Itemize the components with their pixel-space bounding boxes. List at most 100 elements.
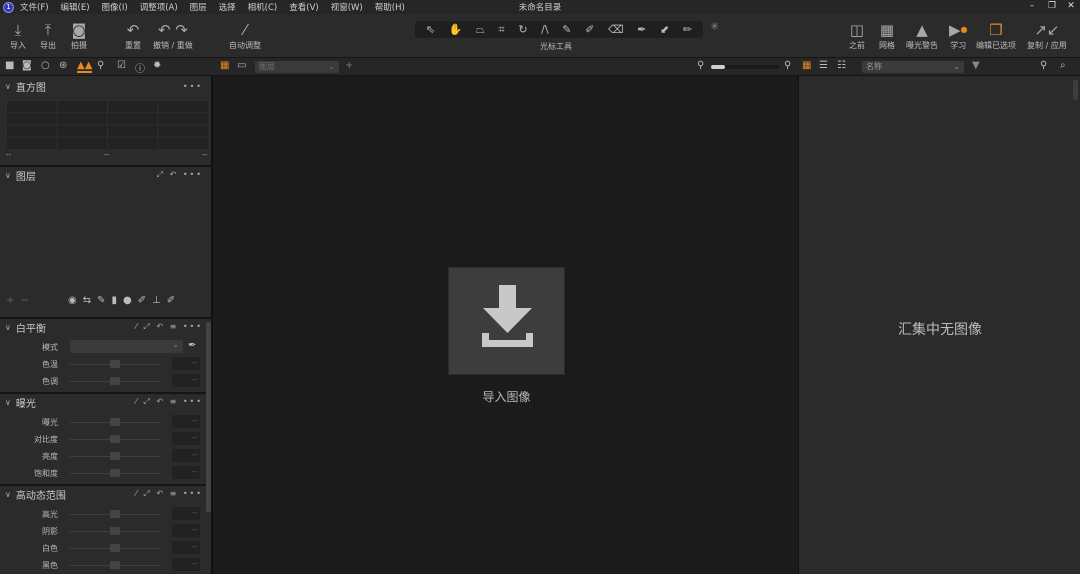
import-images-label[interactable]: 导入图像	[448, 388, 565, 405]
fill-icon[interactable]: ⬋	[660, 23, 669, 36]
exposure-warning-button[interactable]: ▲ 曝光警告	[906, 20, 938, 51]
sparkle-icon[interactable]: ✳	[710, 20, 719, 33]
crop-icon[interactable]: ⌗	[498, 23, 504, 37]
settings-tab-icon[interactable]: ✹	[153, 60, 161, 71]
before-button[interactable]: ◫ 之前	[849, 20, 865, 51]
slider-value[interactable]: --	[172, 558, 200, 571]
export-button[interactable]: ⤒ 导出	[40, 20, 56, 51]
slider-handle[interactable]	[110, 544, 120, 552]
menu-select[interactable]: 选择	[219, 1, 236, 13]
copy-apply-button[interactable]: ↗↙ 复制 / 应用	[1027, 20, 1067, 51]
menu-camera[interactable]: 相机(C)	[248, 1, 278, 13]
slider-handle[interactable]	[110, 510, 120, 518]
wb-mode-select[interactable]: ⌄	[70, 340, 183, 353]
reset-button[interactable]: ↶ 重置	[125, 20, 141, 51]
zoom-slider-thumb[interactable]	[711, 65, 725, 69]
heal-icon[interactable]: ✐	[585, 23, 594, 36]
menu-help[interactable]: 帮助(H)	[375, 1, 405, 13]
menu-layer[interactable]: 图层	[190, 1, 207, 13]
edit-selected-button[interactable]: ❒ 编辑已选项	[976, 20, 1016, 51]
metadata-tab-icon[interactable]: ⓘ	[135, 60, 145, 75]
picker-icon[interactable]: ✒	[637, 23, 646, 36]
grid-button[interactable]: ▦ 网格	[879, 20, 895, 51]
add-layer-icon[interactable]: +	[6, 295, 14, 306]
white-balance-header[interactable]: ∨ 白平衡 ⁄ ⤢ ↶ ≡ •••	[0, 318, 205, 336]
slider-handle[interactable]	[110, 360, 120, 368]
library-tab-icon[interactable]: ■	[5, 60, 14, 71]
minimize-button[interactable]: –	[1022, 1, 1042, 11]
exposure-header[interactable]: ∨ 曝光 ⁄ ⤢ ↶ ≡ •••	[0, 393, 205, 411]
undo-redo-button[interactable]: ↶ ↷ 撤销 / 重做	[153, 20, 193, 51]
eraser-icon[interactable]: ⌫	[608, 23, 624, 36]
import-images-button[interactable]	[448, 267, 565, 375]
select-cursor-icon[interactable]: ⇖	[426, 23, 435, 36]
tool-actions-icon[interactable]: ⁄ ⤢ ↶ ≡ •••	[136, 489, 203, 499]
menu-view[interactable]: 查看(V)	[289, 1, 318, 13]
adjustments-tab-icon[interactable]: ☑	[117, 60, 126, 71]
slider-handle[interactable]	[110, 435, 120, 443]
single-view-icon[interactable]: ▭	[237, 60, 246, 71]
tool-actions-icon[interactable]: ⁄ ⤢ ↶ ≡ •••	[136, 322, 203, 332]
rotate-icon[interactable]: ↻	[518, 23, 527, 36]
slider-value[interactable]: --	[172, 357, 200, 370]
layer-select[interactable]: 图层 ⌄	[255, 61, 339, 73]
annotate-icon[interactable]: ✏	[683, 23, 692, 36]
histogram-header[interactable]: ∨ 直方图 •••	[0, 77, 205, 95]
restore-button[interactable]: ❐	[1042, 1, 1062, 11]
browser-zoom-icon[interactable]: ⚲	[1040, 60, 1047, 71]
import-button[interactable]: ⤓ 导入	[10, 20, 26, 51]
layer-tools-icons[interactable]: ◉⇆✎▮●✐⊥✐	[68, 295, 181, 306]
slider-value[interactable]: --	[172, 449, 200, 462]
straighten-icon[interactable]: /\	[541, 23, 548, 36]
browser-grid-icon[interactable]: ▦	[802, 60, 811, 71]
sort-select[interactable]: 名称 ⌄	[862, 61, 964, 73]
details-tab-icon[interactable]: ⚲	[97, 60, 104, 71]
layers-header[interactable]: ∨ 图层 ⤢ ↶ •••	[0, 166, 205, 184]
zoom-out-icon[interactable]: ⚲	[697, 60, 704, 71]
browser-scrollbar[interactable]	[1073, 80, 1078, 100]
search-icon[interactable]: ⌕	[1060, 60, 1066, 71]
grid-view-icon[interactable]: ▦	[220, 60, 229, 71]
slider-value[interactable]: --	[172, 524, 200, 537]
auto-adjust-button[interactable]: ⁄ 自动调整	[229, 20, 261, 51]
slider-handle[interactable]	[110, 561, 120, 569]
brush-icon[interactable]: ✎	[562, 23, 571, 36]
menu-file[interactable]: 文件(F)	[20, 1, 49, 13]
slider-value[interactable]: --	[172, 432, 200, 445]
menu-image[interactable]: 图像(I)	[102, 1, 128, 13]
slider-handle[interactable]	[110, 418, 120, 426]
left-panel-scrollbar[interactable]	[206, 322, 211, 512]
remove-layer-icon[interactable]: −	[21, 295, 29, 306]
hdr-header[interactable]: ∨ 高动态范围 ⁄ ⤢ ↶ ≡ •••	[0, 485, 205, 503]
sort-direction-icon[interactable]: ▼	[972, 60, 980, 71]
capture-button[interactable]: ◙ 拍摄	[71, 20, 87, 51]
lens-tab-icon[interactable]: ○	[41, 60, 50, 71]
learn-button[interactable]: ▶● 学习	[949, 20, 968, 51]
slider-value[interactable]: --	[172, 466, 200, 479]
menu-adjustments[interactable]: 调整项(A)	[140, 1, 178, 13]
slider-value[interactable]: --	[172, 541, 200, 554]
slider-handle[interactable]	[110, 527, 120, 535]
zoom-in-icon[interactable]: ⚲	[784, 60, 791, 71]
menu-window[interactable]: 视窗(W)	[331, 1, 363, 13]
slider-value[interactable]: --	[172, 415, 200, 428]
slider-handle[interactable]	[110, 469, 120, 477]
add-layer-icon[interactable]: +	[345, 60, 353, 71]
tool-actions-icon[interactable]: ⁄ ⤢ ↶ ≡ •••	[136, 397, 203, 407]
zoom-slider[interactable]	[711, 65, 779, 69]
browser-filmstrip-icon[interactable]: ☷	[837, 60, 846, 71]
slider-value[interactable]: --	[172, 374, 200, 387]
more-icon[interactable]: •••	[183, 82, 203, 91]
keystone-icon[interactable]: ⏢	[476, 23, 485, 37]
pan-hand-icon[interactable]: ✋	[449, 23, 463, 36]
color-tab-icon[interactable]: ⊛	[59, 60, 67, 71]
slider-handle[interactable]	[110, 452, 120, 460]
eyedropper-icon[interactable]: ✒	[188, 340, 196, 351]
browser-list-icon[interactable]: ☰	[819, 60, 828, 71]
exposure-tab-icon[interactable]: ▲▲	[77, 60, 93, 73]
capture-tab-icon[interactable]: ◙	[22, 60, 32, 71]
menu-edit[interactable]: 编辑(E)	[61, 1, 90, 13]
slider-value[interactable]: --	[172, 507, 200, 520]
close-button[interactable]: ✕	[1061, 1, 1080, 11]
layers-actions-icon[interactable]: ⤢ ↶ •••	[157, 170, 203, 180]
